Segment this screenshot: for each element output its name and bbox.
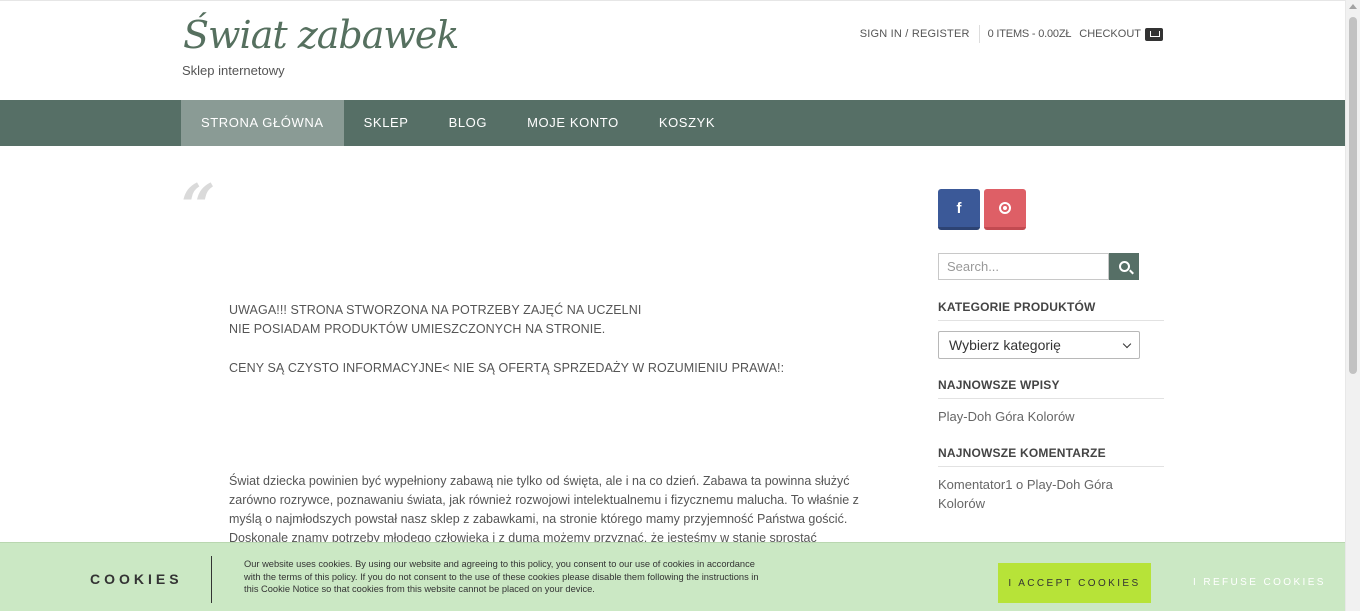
header-account-bar: SIGN IN / REGISTER 0 ITEMS - 0.00ZŁ CHEC… <box>860 25 1163 43</box>
quote-mark-icon: “ <box>181 172 216 242</box>
refuse-cookies-button[interactable]: I REFUSE COOKIES <box>1193 577 1326 588</box>
scroll-up-icon[interactable] <box>1349 4 1357 9</box>
divider <box>978 25 980 43</box>
widget-title-categories: KATEGORIE PRODUKTÓW <box>938 300 1164 321</box>
divider <box>211 556 212 603</box>
nav-item-blog[interactable]: BLOG <box>429 100 508 146</box>
pinterest-icon <box>999 202 1011 214</box>
search-button[interactable] <box>1109 253 1139 280</box>
nav-item-strona-glowna[interactable]: STRONA GŁÓWNA <box>181 100 344 146</box>
category-select-value: Wybierz kategorię <box>949 337 1061 353</box>
facebook-icon: f <box>956 199 962 217</box>
checkout-link[interactable]: CHECKOUT <box>1079 28 1141 40</box>
pinterest-button[interactable] <box>984 189 1026 230</box>
category-select[interactable]: Wybierz kategorię <box>938 331 1140 359</box>
facebook-button[interactable]: f <box>938 189 980 230</box>
notice-line: NIE POSIADAM PRODUKTÓW UMIESZCZONYCH NA … <box>229 322 606 336</box>
nav-item-sklep[interactable]: SKLEP <box>344 100 429 146</box>
search-icon <box>1118 261 1130 272</box>
nav-item-moje-konto[interactable]: MOJE KONTO <box>507 100 639 146</box>
nav-item-koszyk[interactable]: KOSZYK <box>639 100 735 146</box>
cookie-text: Our website uses cookies. By using our w… <box>244 559 759 594</box>
site-tagline: Sklep internetowy <box>182 63 285 78</box>
search-form <box>938 253 1139 280</box>
recent-post-link[interactable]: Play-Doh Góra Kolorów <box>938 407 1138 426</box>
page: Świat zabawek Sklep internetowy SIGN IN … <box>0 0 1345 611</box>
recent-comment-link[interactable]: Komentator1 o Play-Doh Góra Kolorów <box>938 475 1138 513</box>
cookie-title: COOKIES <box>90 571 183 587</box>
cookie-banner: COOKIES Our website uses cookies. By usi… <box>0 542 1345 611</box>
accept-cookies-button[interactable]: I ACCEPT COOKIES <box>998 563 1151 603</box>
main-navigation: STRONA GŁÓWNA SKLEP BLOG MOJE KONTO KOSZ… <box>0 100 1345 146</box>
chevron-down-icon <box>1122 339 1132 349</box>
notice-line: UWAGA!!! STRONA STWORZONA NA POTRZEBY ZA… <box>229 303 642 317</box>
cart-items-link[interactable]: 0 ITEMS - 0.00ZŁ <box>988 28 1072 40</box>
search-input[interactable] <box>938 253 1109 280</box>
cart-icon[interactable] <box>1145 27 1163 41</box>
notice-line: CENY SĄ CZYSTO INFORMACYJNE< NIE SĄ OFER… <box>229 361 785 375</box>
sign-in-register-link[interactable]: SIGN IN / REGISTER <box>860 28 970 40</box>
site-logo[interactable]: Świat zabawek <box>183 13 459 57</box>
widget-title-recent-posts: NAJNOWSZE WPISY <box>938 378 1164 399</box>
scrollbar[interactable] <box>1345 0 1360 611</box>
widget-title-recent-comments: NAJNOWSZE KOMENTARZE <box>938 446 1164 467</box>
social-links: f <box>938 189 1026 230</box>
intro-paragraph: Świat dziecka powinien być wypełniony za… <box>229 474 859 545</box>
scrollbar-thumb[interactable] <box>1349 17 1357 374</box>
